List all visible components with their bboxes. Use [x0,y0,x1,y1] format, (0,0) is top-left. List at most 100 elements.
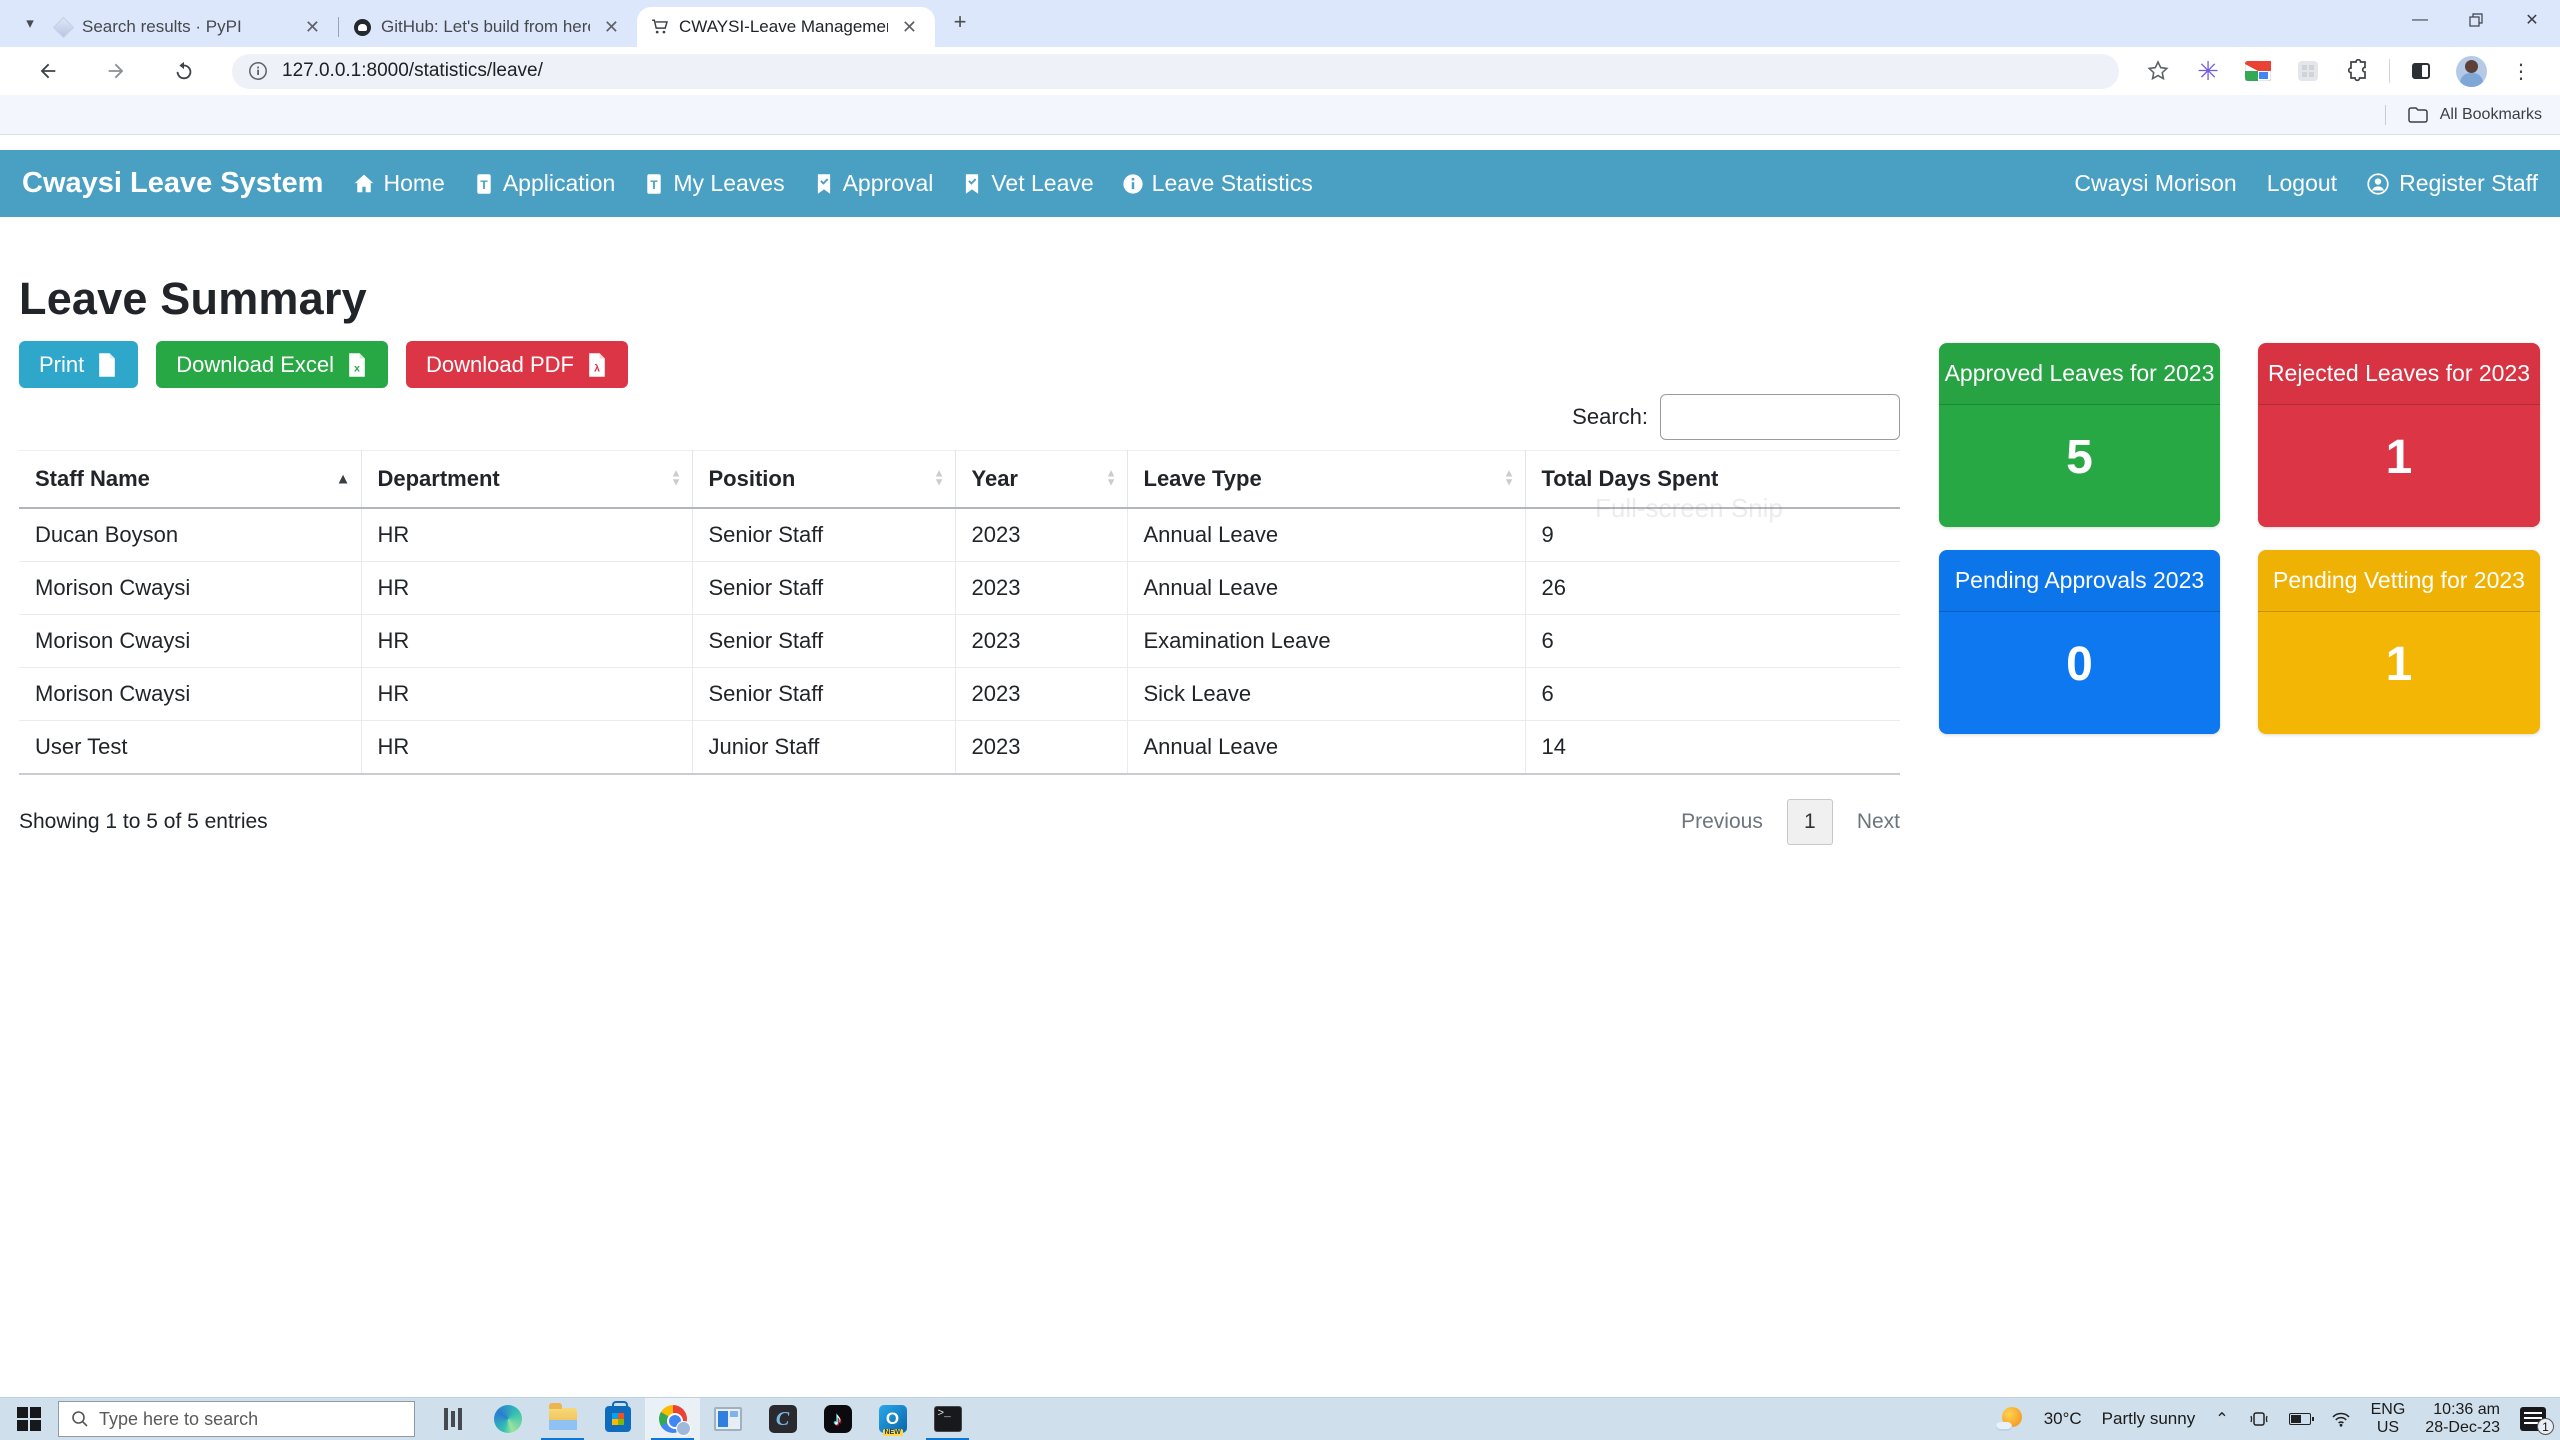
taskbar-c-app[interactable]: C [755,1398,810,1440]
close-icon[interactable]: ✕ [898,17,921,38]
taskbar-tiktok[interactable]: ♪ [810,1398,865,1440]
all-bookmarks-label[interactable]: All Bookmarks [2440,106,2542,124]
minimize-icon[interactable]: ― [2392,0,2448,40]
svg-text:λ: λ [594,363,600,374]
restore-icon[interactable] [2448,0,2504,40]
extension-translate-icon[interactable] [2241,54,2275,88]
github-icon [353,18,371,36]
browser-menu-icon[interactable]: ⋮ [2504,54,2538,88]
tab-title: Search results · PyPI [82,17,291,37]
sort-icon: ▲▼ [1504,469,1515,488]
close-icon[interactable]: ✕ [600,17,623,38]
notification-center-icon[interactable]: 1 [2520,1407,2546,1431]
taskbar-terminal[interactable]: >_ [920,1398,975,1440]
taskbar-chrome[interactable] [645,1398,700,1440]
table-row[interactable]: Morison Cwaysi HR Senior Staff 2023 Annu… [19,561,1900,614]
column-header-leave-type[interactable]: Leave Type▲▼ [1127,451,1525,508]
cell-position: Junior Staff [692,720,955,774]
search-icon [71,1410,89,1428]
extension-purple-icon[interactable]: ✳ [2191,54,2225,88]
start-button[interactable] [0,1398,58,1440]
download-pdf-button[interactable]: Download PDF λ [406,341,628,388]
table-search-input[interactable] [1660,394,1900,440]
previous-page-button[interactable]: Previous [1681,810,1763,834]
side-panel-icon[interactable] [2404,54,2438,88]
taskbar-search[interactable] [58,1401,415,1437]
print-button[interactable]: Print [19,341,138,388]
card-value: 1 [2258,612,2540,734]
table-row[interactable]: Ducan Boyson HR Senior Staff 2023 Annual… [19,508,1900,562]
address-bar[interactable]: 127.0.0.1:8000/statistics/leave/ [232,54,2119,89]
app-brand[interactable]: Cwaysi Leave System [22,167,323,200]
url-text[interactable]: 127.0.0.1:8000/statistics/leave/ [282,60,543,82]
tray-condition[interactable]: Partly sunny [2102,1409,2196,1429]
card-value: 0 [1939,612,2220,734]
tray-temperature[interactable]: 30°C [2044,1409,2082,1429]
taskbar-edge[interactable] [480,1398,535,1440]
nav-item-leave-statistics[interactable]: Leave Statistics [1122,170,1313,197]
clock[interactable]: 10:36 am 28-Dec-23 [2425,1401,2500,1438]
tray-chevron-up-icon[interactable]: ⌃ [2215,1409,2228,1429]
current-page-button[interactable]: 1 [1787,799,1833,845]
new-tab-icon[interactable]: + [945,7,975,37]
nav-user-name[interactable]: Cwaysi Morison [2074,170,2236,197]
nav-item-application[interactable]: T Application [473,170,616,197]
taskbar-window-app[interactable] [700,1398,755,1440]
taskbar-store[interactable] [590,1398,645,1440]
nav-register-staff[interactable]: Register Staff [2367,170,2538,197]
cell-staff-name: Ducan Boyson [19,508,361,562]
pypi-cube-icon [54,18,72,36]
forward-icon[interactable] [98,53,134,89]
download-excel-button[interactable]: Download Excel x [156,341,388,388]
summary-cards: Approved Leaves for 2023 5 Rejected Leav… [1939,343,2540,734]
extensions-puzzle-icon[interactable] [2341,54,2375,88]
wifi-icon[interactable] [2331,1411,2351,1427]
chrome-icon [659,1405,687,1433]
nav-label: Application [503,170,616,197]
nav-item-vet-leave[interactable]: Vet Leave [961,170,1093,197]
site-info-icon[interactable] [248,61,268,81]
taskbar-search-input[interactable] [99,1409,379,1430]
folder-icon [2408,107,2428,123]
nav-item-home[interactable]: Home [353,170,444,197]
cell-department: HR [361,720,692,774]
table-row[interactable]: Morison Cwaysi HR Senior Staff 2023 Sick… [19,667,1900,720]
table-row[interactable]: Morison Cwaysi HR Senior Staff 2023 Exam… [19,614,1900,667]
close-window-icon[interactable]: ✕ [2504,0,2560,40]
nav-label: Leave Statistics [1152,170,1313,197]
column-header-position[interactable]: Position▲▼ [692,451,955,508]
cell-department: HR [361,561,692,614]
bookmark-star-icon[interactable] [2141,54,2175,88]
taskbar-file-explorer[interactable] [535,1398,590,1440]
next-page-button[interactable]: Next [1857,810,1900,834]
cell-leave-type: Examination Leave [1127,614,1525,667]
cart-icon [651,18,669,36]
column-header-department[interactable]: Department▲▼ [361,451,692,508]
extension-disabled-icon[interactable] [2291,54,2325,88]
card-title: Pending Approvals 2023 [1939,550,2220,612]
profile-avatar[interactable] [2454,54,2488,88]
cast-icon[interactable] [2249,1411,2269,1427]
nav-item-approval[interactable]: Approval [813,170,934,197]
nav-item-my-leaves[interactable]: T My Leaves [643,170,784,197]
table-row[interactable]: User Test HR Junior Staff 2023 Annual Le… [19,720,1900,774]
column-header-total-days[interactable]: Total Days Spent [1525,451,1900,508]
language-indicator[interactable]: ENGUS [2371,1401,2406,1438]
tab-leave-management[interactable]: CWAYSI-Leave Management ✕ [637,7,935,47]
svg-text:x: x [354,363,360,374]
back-icon[interactable] [30,53,66,89]
battery-icon[interactable] [2289,1413,2311,1425]
window-app-icon [714,1407,742,1431]
refresh-icon[interactable] [166,53,202,89]
tab-pypi[interactable]: Search results · PyPI ✕ [40,7,338,47]
cell-year: 2023 [955,720,1127,774]
close-icon[interactable]: ✕ [301,17,324,38]
task-view-button[interactable] [425,1398,480,1440]
column-header-staff-name[interactable]: Staff Name▲ [19,451,361,508]
column-header-year[interactable]: Year▲▼ [955,451,1127,508]
cell-total-days: 14 [1525,720,1900,774]
nav-logout[interactable]: Logout [2267,170,2337,197]
weather-icon[interactable] [1996,1405,2024,1433]
taskbar-outlook[interactable]: ONEW [865,1398,920,1440]
tab-github[interactable]: GitHub: Let's build from here · G ✕ [339,7,637,47]
